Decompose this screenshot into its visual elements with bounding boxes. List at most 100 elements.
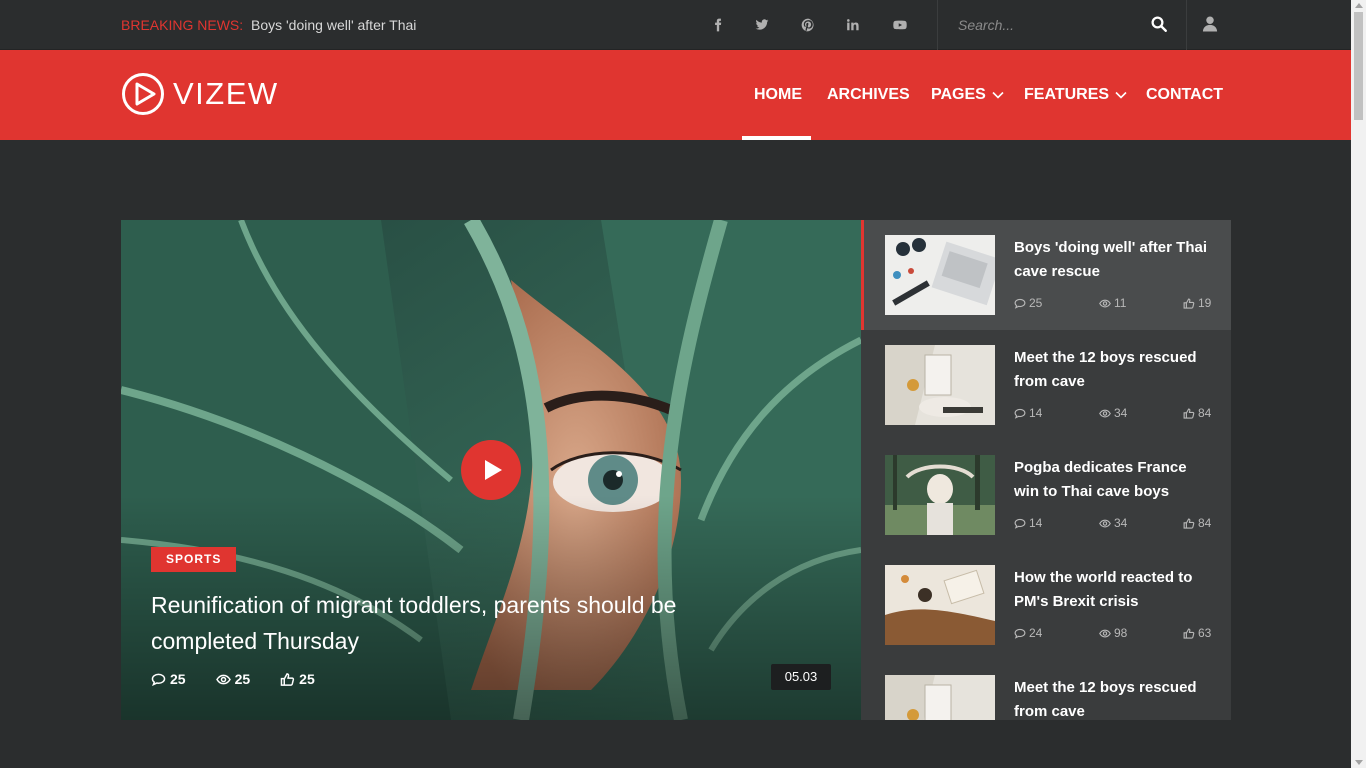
comments-value: 24 <box>1029 626 1043 640</box>
eye-icon <box>1099 299 1111 307</box>
post-meta: 25 11 19 <box>1014 296 1211 312</box>
play-button[interactable] <box>461 440 521 500</box>
post-thumbnail <box>885 455 995 535</box>
featured-post-title[interactable]: Reunification of migrant toddlers, paren… <box>151 587 751 659</box>
nav-active-indicator <box>742 136 811 140</box>
search-box <box>937 0 1187 50</box>
facebook-icon[interactable] <box>708 15 728 35</box>
views-value: 25 <box>234 671 251 687</box>
comments-value: 14 <box>1029 516 1043 530</box>
post-thumbnail <box>885 345 995 425</box>
views-value: 34 <box>1114 516 1128 530</box>
play-icon <box>485 460 502 480</box>
category-badge[interactable]: SPORTS <box>151 547 237 572</box>
comments-count: 25 <box>1014 296 1042 310</box>
nav-home[interactable]: HOME <box>754 86 802 104</box>
nav-features-label: FEATURES <box>1024 86 1110 103</box>
nav-contact[interactable]: CONTACT <box>1146 86 1223 104</box>
video-playlist: Boys 'doing well' after Thai cave rescue… <box>861 220 1231 720</box>
post-meta: 24 98 63 <box>1014 626 1211 642</box>
nav-features[interactable]: FEATURES <box>1024 86 1127 104</box>
post-meta: 14 34 84 <box>1014 516 1211 532</box>
thumbs-up-icon <box>280 672 295 686</box>
views-count: 11 <box>1099 296 1126 310</box>
scroll-down-icon[interactable] <box>1355 760 1363 765</box>
nav-pages-label: PAGES <box>931 86 986 103</box>
chevron-down-icon <box>992 91 1004 99</box>
likes-count[interactable]: 19 <box>1183 296 1211 310</box>
post-title[interactable]: Pogba dedicates France win to Thai cave … <box>1014 456 1214 504</box>
thumbs-up-icon <box>1183 297 1195 309</box>
likes-value: 25 <box>299 671 315 687</box>
comments-count: 14 <box>1014 406 1042 420</box>
comments-value: 25 <box>170 671 186 687</box>
search-icon[interactable] <box>1150 15 1168 33</box>
nav-pages[interactable]: PAGES <box>931 86 1004 104</box>
views-count: 34 <box>1099 516 1127 530</box>
scrollbar-thumb[interactable] <box>1354 12 1363 120</box>
youtube-icon[interactable] <box>890 15 910 35</box>
post-title[interactable]: Boys 'doing well' after Thai cave rescue <box>1014 236 1214 284</box>
featured-post-meta: 25 25 25 <box>151 671 345 687</box>
page-scrollbar[interactable] <box>1351 0 1366 768</box>
scroll-up-icon[interactable] <box>1355 3 1363 8</box>
featured-video-post[interactable]: SPORTS Reunification of migrant toddlers… <box>121 220 861 720</box>
views-value: 34 <box>1114 406 1128 420</box>
post-thumbnail <box>885 235 995 315</box>
breaking-news-ticker[interactable]: Boys 'doing well' after Thai <box>251 17 416 33</box>
comment-icon <box>1014 408 1026 419</box>
comment-icon <box>1014 298 1026 309</box>
views-count: 34 <box>1099 406 1127 420</box>
likes-value: 84 <box>1198 516 1212 530</box>
post-title[interactable]: Meet the 12 boys rescued from cave <box>1014 676 1214 720</box>
eye-icon <box>1099 519 1111 527</box>
likes-count[interactable]: 84 <box>1183 406 1211 420</box>
logo-text: VIZEW <box>173 76 279 111</box>
thumbs-up-icon <box>1183 627 1195 639</box>
breaking-news-label: BREAKING NEWS: <box>121 17 244 33</box>
chevron-down-icon <box>1115 91 1127 99</box>
post-meta: 14 34 84 <box>1014 406 1211 422</box>
views-value: 98 <box>1114 626 1128 640</box>
playlist-item[interactable]: Meet the 12 boys rescued from cave <box>861 660 1231 720</box>
comments-value: 14 <box>1029 406 1043 420</box>
pinterest-icon[interactable] <box>798 15 818 35</box>
logo-play-icon <box>122 73 164 115</box>
thumbs-up-icon <box>1183 517 1195 529</box>
video-duration: 05.03 <box>771 664 831 690</box>
eye-icon <box>215 674 231 684</box>
post-title[interactable]: Meet the 12 boys rescued from cave <box>1014 346 1214 394</box>
top-bar: BREAKING NEWS: Boys 'doing well' after T… <box>0 0 1351 50</box>
likes-count[interactable]: 63 <box>1183 626 1211 640</box>
nav-archives[interactable]: ARCHIVES <box>827 86 910 104</box>
likes-count[interactable]: 25 <box>280 671 315 687</box>
eye-icon <box>1099 409 1111 417</box>
likes-count[interactable]: 84 <box>1183 516 1211 530</box>
comments-count: 14 <box>1014 516 1042 530</box>
thumbs-up-icon <box>1183 407 1195 419</box>
eye-icon <box>1099 629 1111 637</box>
comment-icon <box>1014 518 1026 529</box>
main-header: VIZEW HOME ARCHIVES PAGES FEATURES CONTA… <box>0 50 1351 140</box>
playlist-item[interactable]: Meet the 12 boys rescued from cave 14 34… <box>861 330 1231 440</box>
comments-count: 24 <box>1014 626 1042 640</box>
user-icon[interactable] <box>1200 14 1220 34</box>
post-title[interactable]: How the world reacted to PM's Brexit cri… <box>1014 566 1214 614</box>
likes-value: 84 <box>1198 406 1212 420</box>
comment-icon <box>151 673 166 686</box>
playlist-item[interactable]: How the world reacted to PM's Brexit cri… <box>861 550 1231 660</box>
post-thumbnail <box>885 675 995 720</box>
linkedin-icon[interactable] <box>843 15 863 35</box>
comments-value: 25 <box>1029 296 1043 310</box>
likes-value: 63 <box>1198 626 1212 640</box>
search-input[interactable] <box>958 14 1138 36</box>
playlist-item[interactable]: Boys 'doing well' after Thai cave rescue… <box>861 220 1231 330</box>
views-count: 25 <box>215 671 251 687</box>
views-value: 11 <box>1114 296 1127 310</box>
site-logo[interactable]: VIZEW <box>121 72 279 116</box>
playlist-item[interactable]: Pogba dedicates France win to Thai cave … <box>861 440 1231 550</box>
views-count: 98 <box>1099 626 1127 640</box>
twitter-icon[interactable] <box>752 15 772 35</box>
post-thumbnail <box>885 565 995 645</box>
likes-value: 19 <box>1198 296 1212 310</box>
